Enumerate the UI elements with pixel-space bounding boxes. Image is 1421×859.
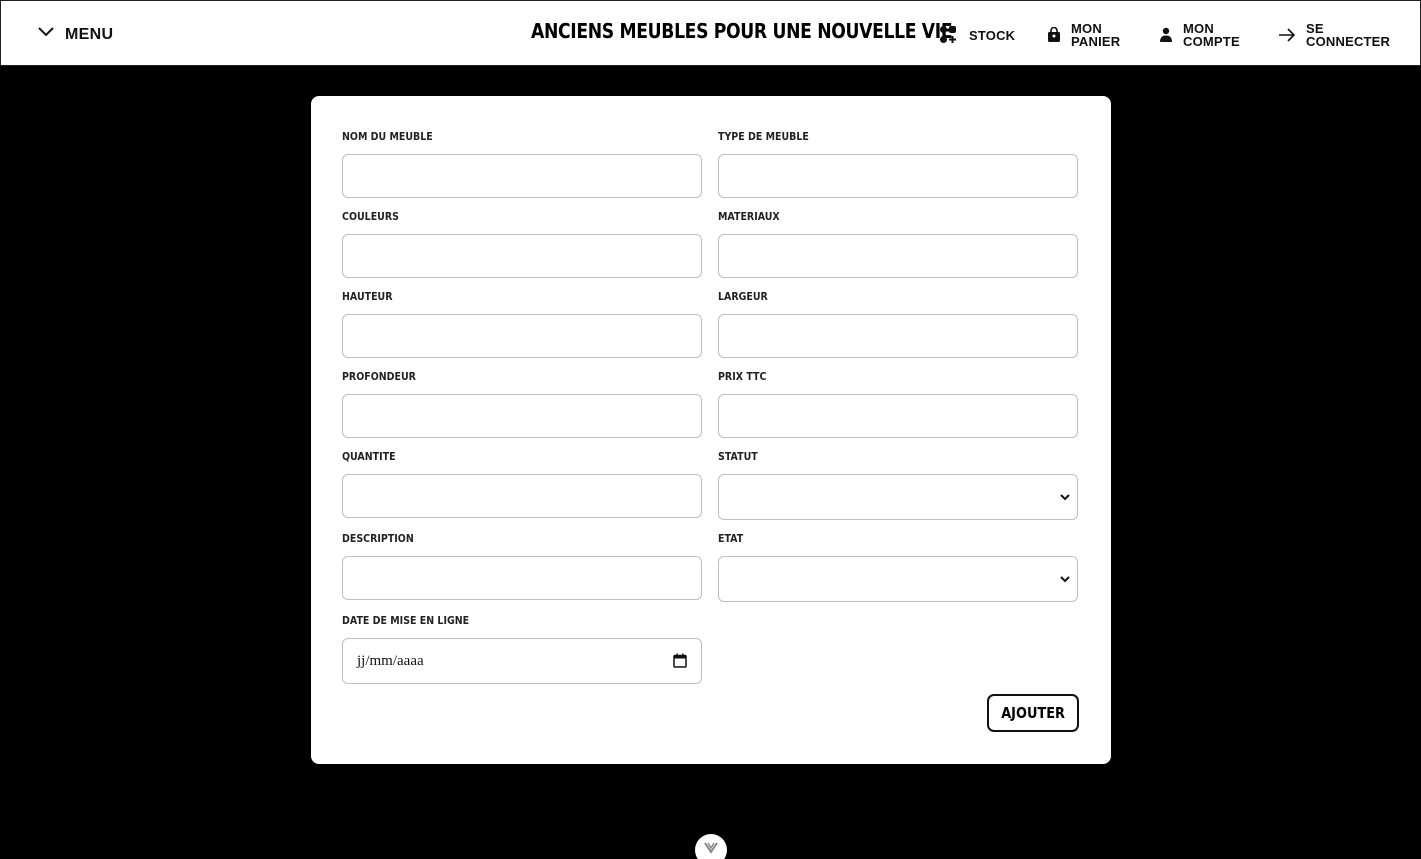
nav-cart-label: MON PANIER [1071, 21, 1121, 49]
add-button-label: AJOUTER [1001, 704, 1065, 722]
field-hauteur: HAUTEUR [342, 290, 702, 358]
date-input[interactable]: jj/mm/aaaa [342, 638, 702, 684]
field-label: DESCRIPTION [342, 532, 414, 545]
nav-cart-link[interactable]: MON PANIER [1047, 19, 1120, 51]
menu-label: MENU [65, 25, 114, 43]
nav-account-label: MON COMPTE [1183, 21, 1240, 49]
couleurs-input[interactable] [342, 234, 702, 278]
field-label: QUANTITE [342, 450, 396, 463]
chevron-down-icon [37, 23, 55, 46]
user-icon [1159, 27, 1173, 43]
field-etat: ETAT [718, 532, 1078, 602]
materiaux-input[interactable] [718, 234, 1078, 278]
field-materiaux: MATERIAUX [718, 210, 1078, 278]
field-label: PROFONDEUR [342, 370, 416, 383]
nav-stock-label: STOCK [969, 27, 1016, 43]
nav-login-label: SE CONNECTER [1306, 21, 1391, 49]
field-label: TYPE DE MEUBLE [718, 130, 809, 143]
field-type-de-meuble: TYPE DE MEUBLE [718, 130, 1078, 198]
etat-select[interactable] [718, 556, 1078, 602]
largeur-input[interactable] [718, 314, 1078, 358]
hauteur-input[interactable] [342, 314, 702, 358]
arrow-right-icon [1278, 27, 1296, 43]
nav-account-link[interactable]: MON COMPTE [1159, 19, 1240, 51]
field-label: DATE DE MISE EN LIGNE [342, 614, 470, 627]
chevron-down-icon [704, 841, 718, 859]
field-statut: STATUT [718, 450, 1078, 520]
field-date-de-mise-en-ligne: DATE DE MISE EN LIGNE jj/mm/aaaa [342, 614, 702, 684]
quantite-input[interactable] [342, 474, 702, 518]
field-quantite: QUANTITE [342, 450, 702, 518]
prix-ttc-input[interactable] [718, 394, 1078, 438]
add-button[interactable]: AJOUTER [987, 694, 1079, 732]
type-de-meuble-input[interactable] [718, 154, 1078, 198]
field-largeur: LARGEUR [718, 290, 1078, 358]
field-nom-du-meuble: NOM DU MEUBLE [342, 130, 702, 198]
field-label: MATERIAUX [718, 210, 780, 223]
field-label: STATUT [718, 450, 758, 463]
grid-plus-icon [939, 26, 959, 44]
date-placeholder: jj/mm/aaaa [357, 652, 424, 669]
site-title: ANCIENS MEUBLES POUR UNE NOUVELLE VIE [531, 19, 953, 43]
field-label: ETAT [718, 532, 744, 545]
field-label: PRIX TTC [718, 370, 767, 383]
nom-du-meuble-input[interactable] [342, 154, 702, 198]
statut-select[interactable] [718, 474, 1078, 520]
top-navbar: MENU ANCIENS MEUBLES POUR UNE NOUVELLE V… [0, 0, 1421, 66]
add-furniture-form: NOM DU MEUBLE TYPE DE MEUBLE COULEURS MA… [311, 96, 1111, 764]
field-profondeur: PROFONDEUR [342, 370, 702, 438]
field-couleurs: COULEURS [342, 210, 702, 278]
profondeur-input[interactable] [342, 394, 702, 438]
field-label: HAUTEUR [342, 290, 393, 303]
nav-login-link[interactable]: SE CONNECTER [1278, 19, 1390, 51]
calendar-icon[interactable] [673, 653, 687, 673]
nav-stock-link[interactable]: STOCK [939, 19, 1015, 51]
field-label: NOM DU MEUBLE [342, 130, 433, 143]
shopping-bag-icon [1047, 27, 1061, 43]
field-label: LARGEUR [718, 290, 768, 303]
scroll-down-button[interactable] [695, 834, 727, 859]
chevron-down-icon [1059, 490, 1071, 508]
chevron-down-icon [1059, 572, 1071, 590]
field-prix-ttc: PRIX TTC [718, 370, 1078, 438]
description-input[interactable] [342, 556, 702, 600]
field-description: DESCRIPTION [342, 532, 702, 600]
menu-button[interactable]: MENU [37, 23, 113, 46]
field-label: COULEURS [342, 210, 399, 223]
